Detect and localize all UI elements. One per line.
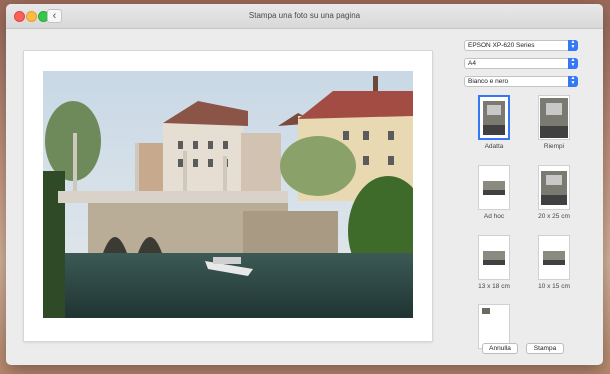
color-mode-select[interactable]: Bianco e nero ▲ ▼ — [464, 76, 578, 87]
layout-ad-hoc-thumbnail[interactable] — [478, 165, 510, 210]
photo-thumbnail-icon — [543, 250, 565, 265]
layout-adatta-thumbnail[interactable] — [478, 95, 510, 140]
layout-10x15-thumbnail[interactable] — [538, 235, 570, 280]
photo-thumbnail-icon — [483, 100, 505, 135]
chevron-updown-icon: ▲ ▼ — [568, 76, 578, 87]
print-preview-page — [24, 51, 432, 341]
photo-thumbnail-icon — [483, 250, 505, 265]
chevron-updown-icon: ▲ ▼ — [568, 40, 578, 51]
chevron-updown-icon: ▲ ▼ — [568, 58, 578, 69]
photo-thumbnail-icon — [540, 97, 568, 138]
layout-riempi-thumbnail[interactable] — [538, 95, 570, 140]
paper-size-value: A4 — [468, 60, 476, 67]
layout-label: 10 x 15 cm — [538, 283, 570, 290]
layout-label: 20 x 25 cm — [538, 213, 570, 220]
photo-thumbnail-icon — [541, 170, 567, 205]
printer-select[interactable]: EPSON XP-620 Series ▲ ▼ — [464, 40, 578, 51]
print-dialog-window: ‹ Stampa una foto su una pagina EPSON XP… — [6, 4, 603, 365]
paper-size-select[interactable]: A4 ▲ ▼ — [464, 58, 578, 69]
window-title: Stampa una foto su una pagina — [248, 11, 361, 20]
photo-preview — [43, 71, 413, 318]
photo-thumbnail-icon — [482, 308, 490, 314]
print-button[interactable]: Stampa — [526, 343, 564, 354]
photo-thumbnail-icon — [483, 180, 505, 195]
printer-select-value: EPSON XP-620 Series — [468, 42, 535, 49]
layout-label: Riempi — [543, 143, 565, 150]
layout-13x18-thumbnail[interactable] — [478, 235, 510, 280]
layout-20x25-thumbnail[interactable] — [538, 165, 570, 210]
cancel-button[interactable]: Annulla — [482, 343, 518, 354]
color-mode-value: Bianco e nero — [468, 78, 509, 85]
title-bar: ‹ Stampa una foto su una pagina — [6, 4, 603, 29]
